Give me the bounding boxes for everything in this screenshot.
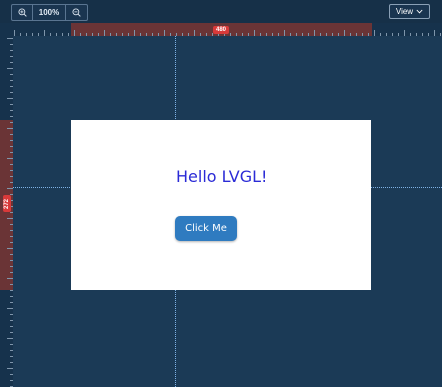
zoom-in-button[interactable] [12, 5, 33, 20]
zoom-out-icon [72, 8, 81, 17]
screen-canvas[interactable]: Hello LVGL! Click Me [71, 120, 371, 290]
view-label: View [395, 7, 414, 16]
click-me-button[interactable]: Click Me [175, 216, 237, 241]
height-badge-text: 272 [4, 198, 11, 209]
horizontal-ruler[interactable]: 480 [0, 23, 442, 36]
zoom-level[interactable]: 100% [33, 5, 66, 20]
zoom-in-icon [17, 8, 27, 17]
width-badge: 480 [213, 26, 229, 34]
chevron-down-icon [416, 9, 423, 14]
view-menu-button[interactable]: View [389, 4, 430, 19]
zoom-out-button[interactable] [66, 5, 87, 20]
ruler-corner [0, 23, 13, 36]
top-toolbar: 100% View [0, 0, 442, 24]
hello-label[interactable]: Hello LVGL! [176, 167, 267, 186]
vertical-ruler[interactable]: 272 [0, 36, 13, 387]
zoom-controls: 100% [11, 4, 88, 21]
height-badge: 272 [3, 195, 11, 212]
